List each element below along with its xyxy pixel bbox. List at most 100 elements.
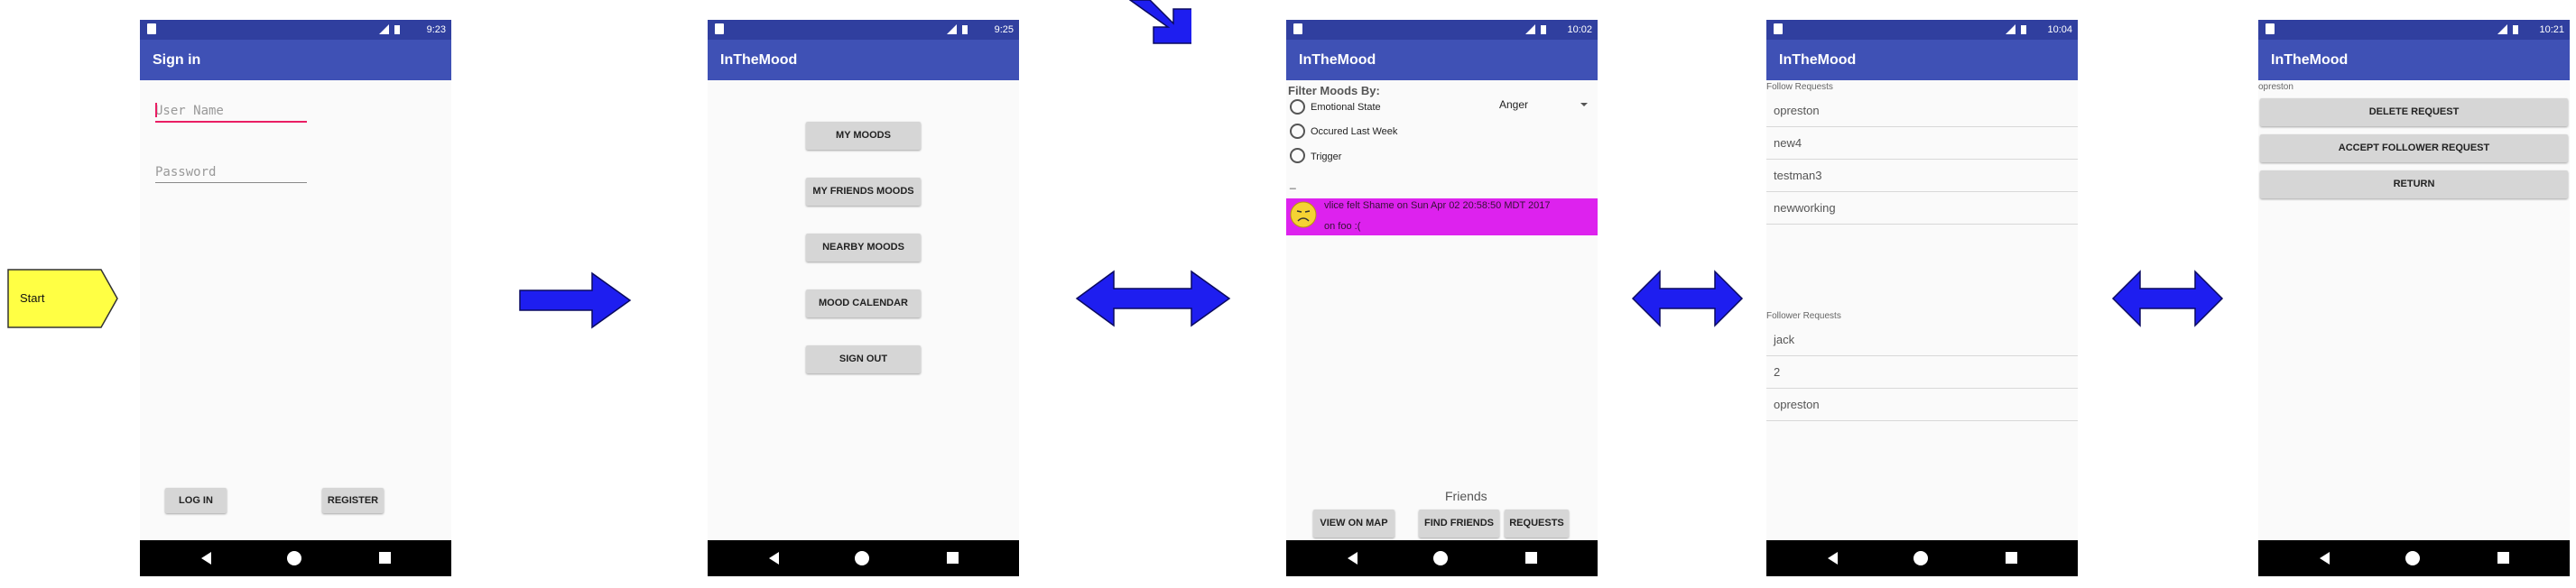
mood-item-line2: on foo :( [1324, 221, 1361, 232]
signal-battery-icon [379, 24, 400, 34]
back-icon[interactable] [1828, 552, 1838, 565]
dropdown-arrow-icon [1580, 103, 1588, 106]
sd-card-icon [147, 23, 156, 34]
filter-radio-emotional[interactable] [1290, 99, 1305, 115]
screen-title: InTheMood [1779, 52, 1857, 68]
status-bar: 10:02 [1286, 20, 1598, 40]
app-bar: InTheMood [2258, 40, 2570, 80]
back-icon[interactable] [2320, 552, 2330, 565]
mood-item-line1: vlice felt Shame on Sun Apr 02 20:58:50 … [1324, 200, 1551, 211]
text-cursor [155, 103, 157, 117]
home-icon[interactable] [2405, 551, 2420, 565]
home-icon[interactable] [287, 551, 301, 565]
emotion-dropdown[interactable]: Anger [1496, 96, 1591, 114]
nav-bar [2258, 540, 2570, 576]
follower-request-name: jack [1774, 333, 1795, 346]
login-button[interactable]: LOG IN [165, 488, 227, 513]
filter-label-trigger[interactable]: Trigger [1311, 152, 1341, 162]
request-username: opreston [2258, 82, 2293, 92]
requests-button[interactable]: REQUESTS [1505, 510, 1569, 537]
password-placeholder: Password [155, 165, 217, 179]
screen-title: InTheMood [720, 52, 798, 68]
status-bar: 9:25 [708, 20, 1019, 40]
follow-request-name: opreston [1774, 104, 1820, 117]
filter-label-last-week[interactable]: Occured Last Week [1311, 126, 1397, 137]
sd-card-icon [1774, 23, 1783, 34]
dropdown-value: Anger [1499, 98, 1529, 111]
recent-apps-icon[interactable] [947, 552, 959, 564]
follow-request-name: testman3 [1774, 169, 1822, 182]
filter-label-emotional[interactable]: Emotional State [1311, 102, 1381, 113]
screen-title: InTheMood [2271, 52, 2349, 68]
back-icon[interactable] [1348, 552, 1357, 565]
signal-battery-icon [2497, 24, 2518, 34]
my-moods-button[interactable]: MY MOODS [806, 122, 921, 150]
mood-list-item[interactable]: vlice felt Shame on Sun Apr 02 20:58:50 … [1286, 198, 1598, 235]
follow-request-item[interactable]: testman3 [1766, 160, 2078, 192]
back-icon[interactable] [201, 552, 211, 565]
dash-marker: _ [1290, 177, 1296, 189]
filter-header: Filter Moods By: [1288, 84, 1380, 97]
my-friends-moods-button[interactable]: MY FRIENDS MOODS [806, 178, 921, 206]
filter-radio-last-week[interactable] [1290, 124, 1305, 139]
right-arrow-1 [519, 271, 632, 329]
nav-bar [708, 540, 1019, 576]
view-on-map-button[interactable]: VIEW ON MAP [1313, 510, 1395, 537]
follower-request-name: opreston [1774, 398, 1820, 411]
find-friends-button[interactable]: FIND FRIENDS [1419, 510, 1499, 537]
status-bar: 10:21 [2258, 20, 2570, 40]
app-bar: InTheMood [1286, 40, 1598, 80]
sign-out-button[interactable]: SIGN OUT [806, 345, 921, 373]
app-bar: InTheMood [708, 40, 1019, 80]
nav-bar [140, 540, 451, 576]
follow-request-item[interactable]: new4 [1766, 127, 2078, 160]
follower-request-item[interactable]: opreston [1766, 389, 2078, 421]
sad-face-icon [1290, 201, 1317, 228]
request-detail-screen: 10:21 InTheMood opreston DELETE REQUEST … [2258, 20, 2570, 576]
follow-request-item[interactable]: opreston [1766, 95, 2078, 127]
username-field[interactable]: User Name [155, 101, 307, 123]
username-placeholder: User Name [155, 104, 224, 118]
signal-battery-icon [947, 24, 968, 34]
home-icon[interactable] [1433, 551, 1448, 565]
status-bar: 9:23 [140, 20, 451, 40]
recent-apps-icon[interactable] [1525, 552, 1537, 564]
follow-request-item[interactable]: newworking [1766, 192, 2078, 225]
follow-requests-header: Follow Requests [1766, 82, 1833, 92]
double-arrow-2 [1631, 270, 1744, 327]
start-label: Start [20, 291, 45, 305]
moods-screen: 10:02 InTheMood Filter Moods By: Emotion… [1286, 20, 1598, 576]
menu-screen: 9:25 InTheMood MY MOODS MY FRIENDS MOODS… [708, 20, 1019, 576]
sd-card-icon [715, 23, 724, 34]
screen-title: Sign in [153, 52, 201, 68]
status-time: 10:02 [1567, 24, 1592, 35]
follow-request-name: new4 [1774, 136, 1802, 150]
register-button[interactable]: REGISTER [322, 488, 384, 513]
status-time: 10:04 [2047, 24, 2072, 35]
follower-request-item[interactable]: 2 [1766, 356, 2078, 389]
home-icon[interactable] [1913, 551, 1928, 565]
app-bar: InTheMood [1766, 40, 2078, 80]
double-arrow-1 [1075, 270, 1231, 327]
status-time: 9:23 [426, 24, 446, 35]
sd-card-icon [2266, 23, 2275, 34]
friends-label: Friends [1445, 489, 1487, 503]
requests-screen: 10:04 InTheMood Follow Requests opreston… [1766, 20, 2078, 576]
sd-card-icon [1293, 23, 1302, 34]
back-icon[interactable] [769, 552, 779, 565]
home-icon[interactable] [855, 551, 869, 565]
mood-calendar-button[interactable]: MOOD CALENDAR [806, 289, 921, 317]
accept-follower-request-button[interactable]: ACCEPT FOLLOWER REQUEST [2260, 134, 2568, 162]
follower-request-name: 2 [1774, 365, 1781, 379]
status-time: 9:25 [994, 24, 1014, 35]
return-button[interactable]: RETURN [2260, 170, 2568, 198]
delete-request-button[interactable]: DELETE REQUEST [2260, 98, 2568, 126]
recent-apps-icon[interactable] [2497, 552, 2509, 564]
filter-radio-trigger[interactable] [1290, 148, 1305, 163]
follower-request-item[interactable]: jack [1766, 324, 2078, 356]
password-field[interactable]: Password [155, 162, 307, 183]
nearby-moods-button[interactable]: NEARBY MOODS [806, 234, 921, 262]
recent-apps-icon[interactable] [2006, 552, 2017, 564]
signin-screen: 9:23 Sign in User Name Password LOG IN R… [140, 20, 451, 576]
recent-apps-icon[interactable] [379, 552, 391, 564]
